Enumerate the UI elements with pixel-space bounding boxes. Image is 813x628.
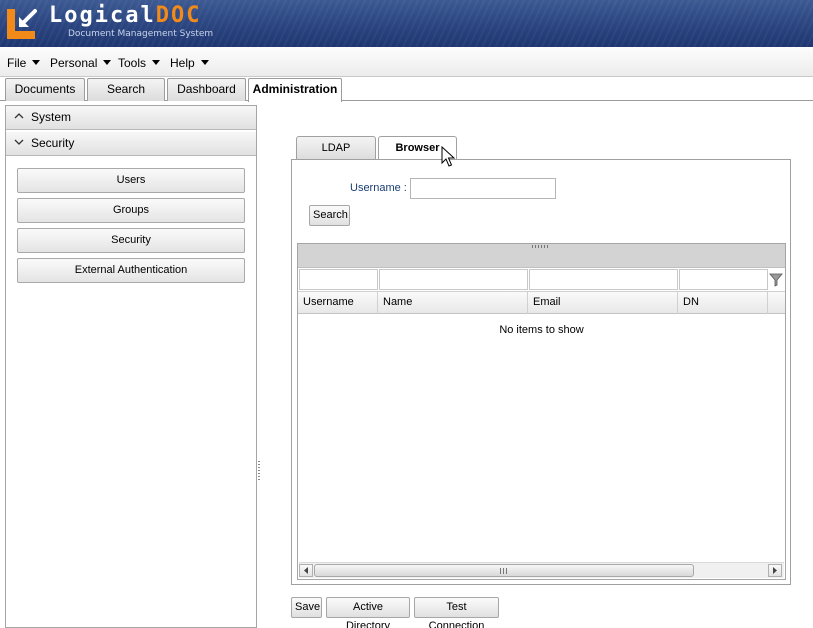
active-directory-button[interactable]: Active Directory bbox=[326, 597, 410, 628]
section-security[interactable]: Security bbox=[6, 132, 256, 156]
security-button[interactable]: Security bbox=[17, 228, 245, 253]
section-security-label: Security bbox=[31, 136, 75, 150]
menu-help[interactable]: Help bbox=[170, 56, 209, 70]
search-button[interactable]: Search bbox=[309, 205, 350, 226]
save-button[interactable]: Save bbox=[291, 597, 322, 618]
empty-message: No items to show bbox=[499, 324, 584, 336]
scroll-right-button[interactable] bbox=[768, 564, 782, 577]
grid-header-row: Username Name Email DN bbox=[298, 291, 785, 314]
filter-dn[interactable] bbox=[679, 269, 768, 290]
test-connection-button[interactable]: Test Connection bbox=[414, 597, 499, 628]
external-authentication-button[interactable]: External Authentication bbox=[17, 258, 245, 283]
panel-splitter[interactable] bbox=[257, 101, 261, 628]
logo-icon bbox=[7, 9, 37, 39]
logo-text: LogicalDOC bbox=[49, 3, 202, 28]
section-system-label: System bbox=[31, 110, 72, 124]
column-header-email[interactable]: Email bbox=[528, 292, 678, 314]
username-label: Username : bbox=[350, 182, 407, 194]
tab-dashboard[interactable]: Dashboard bbox=[167, 78, 246, 101]
menu-personal[interactable]: Personal bbox=[50, 56, 112, 70]
scroll-thumb[interactable] bbox=[314, 564, 694, 577]
grid-resize-bar[interactable] bbox=[298, 244, 785, 268]
menu-bar: File Personal Tools Help bbox=[0, 47, 813, 77]
mouse-cursor-icon bbox=[441, 146, 455, 167]
filter-email[interactable] bbox=[529, 269, 678, 290]
filter-username[interactable] bbox=[299, 269, 378, 290]
scroll-thumb-grip bbox=[500, 568, 508, 574]
menu-tools[interactable]: Tools bbox=[118, 56, 161, 70]
arrow-left-icon bbox=[304, 567, 308, 574]
column-header-dn[interactable]: DN bbox=[678, 292, 768, 314]
users-grid: Username Name Email DN No items to show bbox=[297, 243, 786, 580]
column-header-name[interactable]: Name bbox=[378, 292, 528, 314]
filter-name[interactable] bbox=[379, 269, 528, 290]
splitter-grip[interactable] bbox=[258, 461, 260, 481]
tab-documents[interactable]: Documents bbox=[5, 78, 85, 101]
dropdown-arrow-icon bbox=[152, 60, 161, 65]
menu-file[interactable]: File bbox=[7, 56, 41, 70]
admin-sidebar: System Security Users Groups Security Ex… bbox=[5, 105, 257, 628]
horizontal-scrollbar[interactable] bbox=[299, 562, 784, 578]
dropdown-arrow-icon bbox=[103, 60, 112, 65]
app-header: LogicalDOC Document Management System bbox=[0, 0, 813, 47]
chevron-up-icon bbox=[14, 113, 24, 119]
scroll-left-button[interactable] bbox=[299, 564, 313, 577]
filter-icon[interactable] bbox=[769, 272, 783, 287]
section-system[interactable]: System bbox=[6, 106, 256, 130]
arrow-right-icon bbox=[773, 567, 777, 574]
dropdown-arrow-icon bbox=[32, 60, 41, 65]
browser-panel: Username : Search Username Name Email DN… bbox=[291, 159, 791, 585]
tab-search[interactable]: Search bbox=[87, 78, 165, 101]
logo-subtitle: Document Management System bbox=[68, 29, 214, 39]
column-header-username[interactable]: Username bbox=[298, 292, 378, 314]
username-input[interactable] bbox=[410, 178, 556, 199]
tab-ldap[interactable]: LDAP bbox=[296, 136, 376, 160]
tab-administration[interactable]: Administration bbox=[248, 78, 342, 102]
resize-grip[interactable] bbox=[532, 245, 550, 248]
users-button[interactable]: Users bbox=[17, 168, 245, 193]
groups-button[interactable]: Groups bbox=[17, 198, 245, 223]
dropdown-arrow-icon bbox=[200, 60, 209, 65]
chevron-down-icon bbox=[14, 139, 24, 145]
main-tab-bar: Documents Search Dashboard Administratio… bbox=[0, 77, 813, 102]
